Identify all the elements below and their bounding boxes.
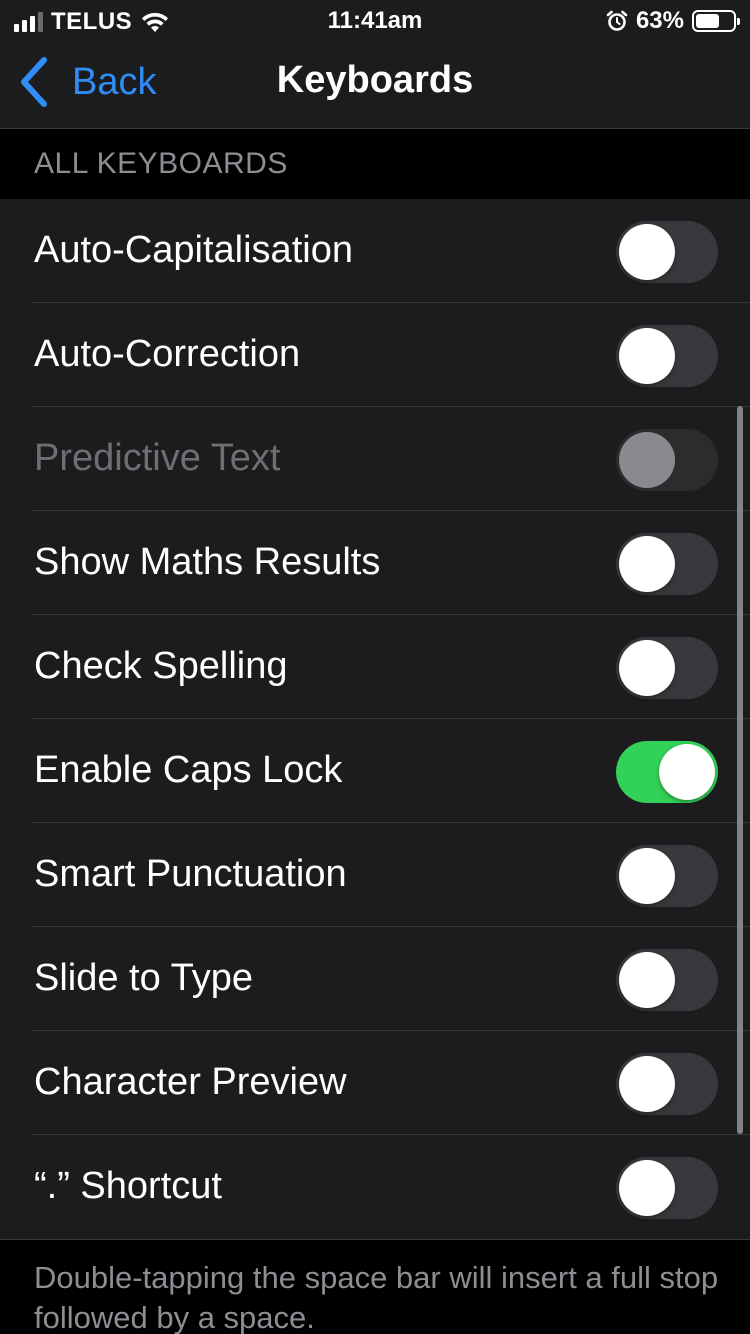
row-label: Character Preview (34, 1061, 347, 1103)
toggle-switch[interactable] (616, 845, 718, 907)
row-label: Slide to Type (34, 957, 254, 999)
settings-row: Check Spelling (0, 615, 750, 719)
settings-row: Predictive Text (0, 407, 750, 511)
footer-divider (0, 1239, 750, 1240)
settings-screen: TELUS 11:41am 63% Back Keyboards ALL KEY… (0, 0, 750, 1334)
toggle-switch (616, 429, 718, 491)
settings-list: Auto-Capitalisation Auto-Correction Predic… (0, 199, 750, 1239)
row-label: Smart Punctuation (34, 853, 347, 895)
alarm-icon (606, 10, 628, 31)
settings-row: Smart Punctuation (0, 823, 750, 927)
settings-row: Show Maths Results (0, 511, 750, 615)
battery-icon (692, 10, 740, 32)
toggle-switch[interactable] (616, 1157, 718, 1219)
row-label: “.” Shortcut (34, 1165, 222, 1207)
toggle-knob (619, 848, 675, 904)
toggle-switch[interactable] (616, 325, 718, 387)
toggle-knob (619, 1056, 675, 1112)
page-title: Keyboards (276, 59, 474, 101)
status-right: 63% (606, 7, 740, 35)
footer-note: Double-tapping the space bar will insert… (34, 1260, 719, 1334)
toggle-knob (619, 1160, 675, 1216)
settings-row: “.” Shortcut (0, 1135, 750, 1239)
toggle-knob (619, 328, 675, 384)
scroll-indicator[interactable] (737, 406, 743, 1134)
status-bar: TELUS 11:41am 63% (0, 0, 750, 40)
toggle-switch[interactable] (616, 741, 718, 803)
navigation-bar: Back Keyboards (0, 40, 750, 128)
toggle-switch[interactable] (616, 1053, 718, 1115)
settings-row: Slide to Type (0, 927, 750, 1031)
battery-nub (737, 18, 740, 25)
battery-percentage: 63% (635, 7, 684, 34)
toggle-knob (619, 952, 675, 1008)
row-label: Show Maths Results (34, 541, 381, 583)
battery-fill (696, 14, 719, 28)
toggle-knob (619, 536, 675, 592)
toggle-knob (659, 744, 715, 800)
row-label: Check Spelling (34, 645, 288, 687)
settings-row: Character Preview (0, 1031, 750, 1135)
settings-row: Auto-Capitalisation (0, 199, 750, 303)
toggle-switch[interactable] (616, 637, 718, 699)
row-label: Auto-Capitalisation (34, 229, 353, 271)
toggle-switch[interactable] (616, 949, 718, 1011)
row-label: Predictive Text (34, 437, 281, 479)
toggle-knob (619, 640, 675, 696)
row-label: Auto-Correction (34, 333, 301, 375)
toggle-knob (619, 432, 675, 488)
section-header: ALL KEYBOARDS (0, 129, 750, 199)
settings-row: Auto-Correction (0, 303, 750, 407)
settings-row: Enable Caps Lock (0, 719, 750, 823)
section-header-text: ALL KEYBOARDS (34, 147, 288, 180)
toggle-knob (619, 224, 675, 280)
row-label: Enable Caps Lock (34, 749, 343, 791)
toggle-switch[interactable] (616, 533, 718, 595)
toggle-switch[interactable] (616, 221, 718, 283)
